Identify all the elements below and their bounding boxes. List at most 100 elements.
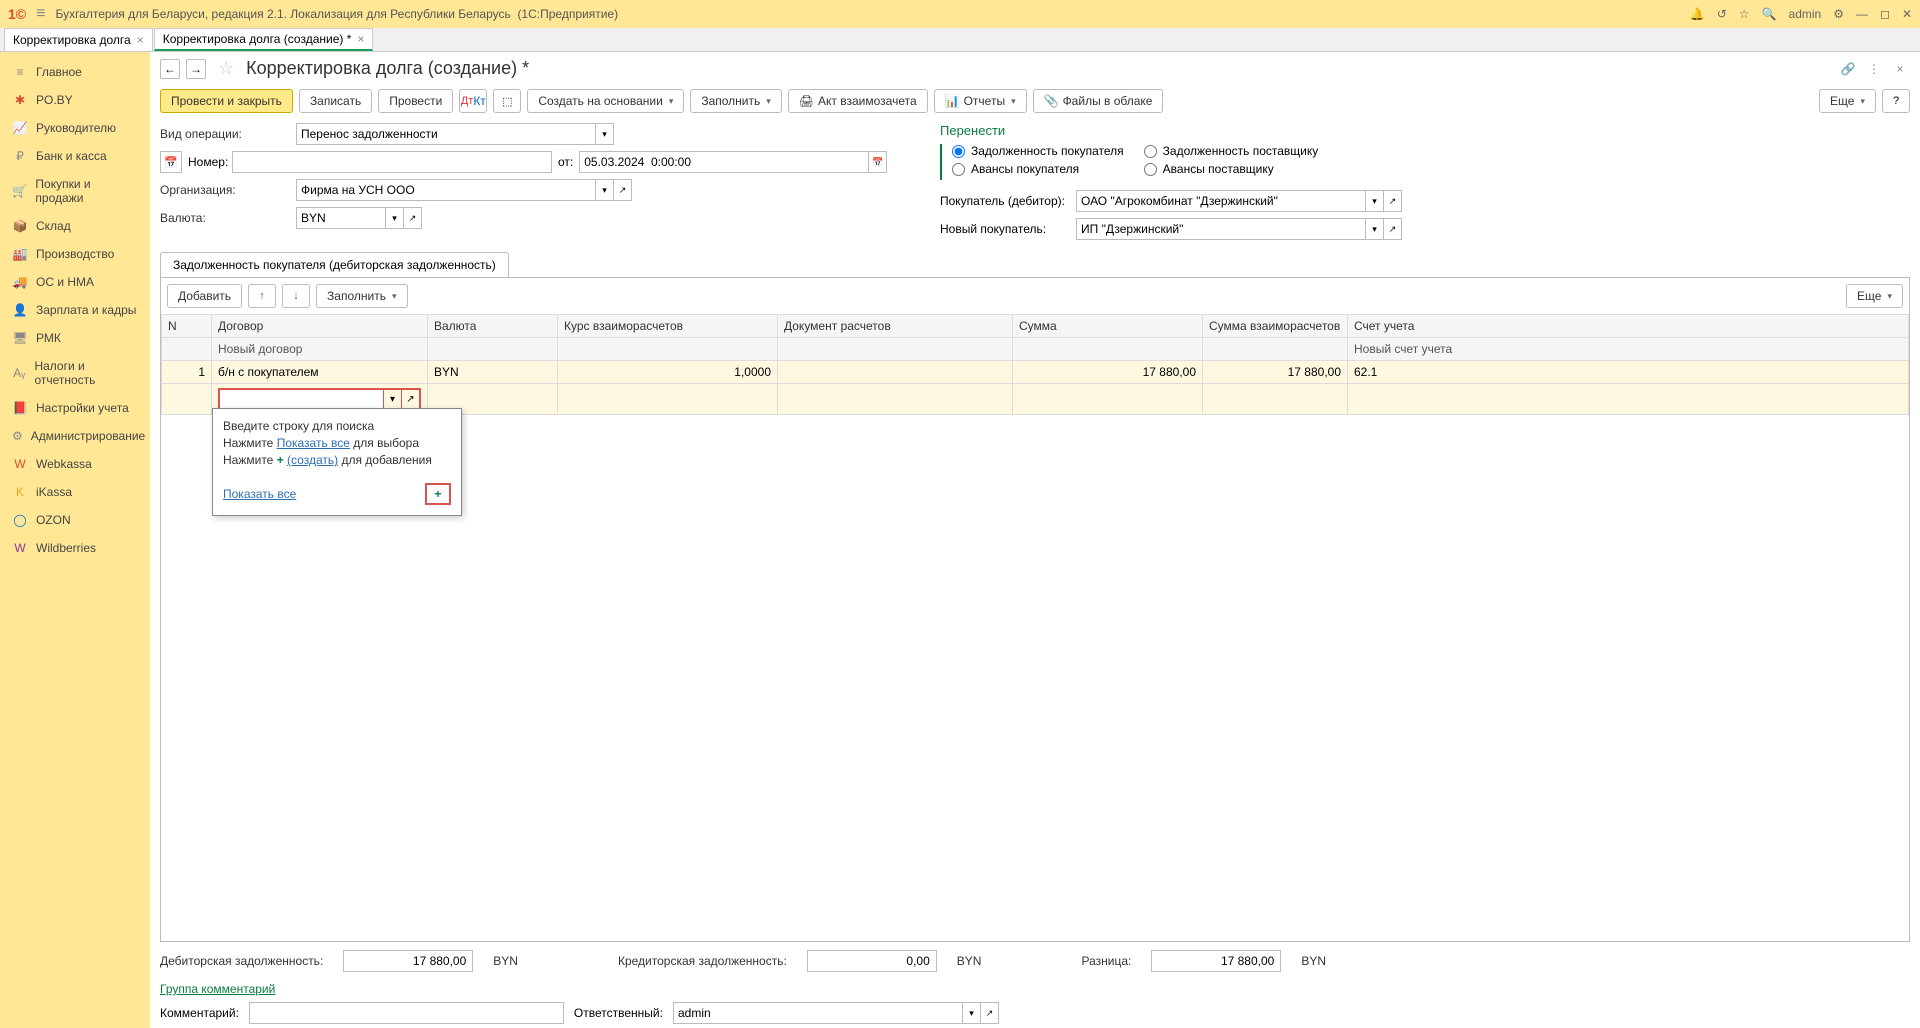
date-input[interactable] [579,151,869,173]
bell-icon[interactable]: 🔔 [1690,7,1705,21]
cell-currency[interactable]: BYN [428,361,558,384]
sidebar-item-7[interactable]: 🚚ОС и НМА [0,268,150,296]
calendar-picker-icon[interactable]: 📅 [869,151,887,173]
sidebar-item-5[interactable]: 📦Склад [0,212,150,240]
create-based-on-button[interactable]: Создать на основании▾ [527,89,684,113]
cell-sum[interactable]: 17 880,00 [1013,361,1203,384]
nav-back-button[interactable]: ← [160,59,180,79]
sidebar-item-4[interactable]: 🛒Покупки и продажи [0,170,150,212]
move-down-button[interactable]: ↓ [282,284,310,308]
table-more-button[interactable]: Еще▾ [1846,284,1903,308]
cell-contract[interactable]: б/н с покупателем [212,361,428,384]
cell-account[interactable]: 62.1 [1348,361,1909,384]
close-window-icon[interactable]: ✕ [1902,7,1912,21]
close-page-icon[interactable]: × [1890,59,1910,79]
maximize-icon[interactable]: ◻ [1880,7,1890,21]
showall-link[interactable]: Показать все [277,436,350,450]
dropdown-icon[interactable]: ▾ [1366,218,1384,240]
close-icon[interactable]: × [137,33,144,47]
dropdown-icon[interactable]: ▾ [963,1002,981,1024]
org-input[interactable] [296,179,596,201]
post-button[interactable]: Провести [378,89,453,113]
op-input[interactable] [296,123,596,145]
cell-doc[interactable] [778,361,1013,384]
sidebar-item-8[interactable]: 👤Зарплата и кадры [0,296,150,324]
sidebar-item-13[interactable]: WWebkassa [0,450,150,478]
files-button[interactable]: 📎 Файлы в облаке [1033,89,1164,113]
sidebar-item-0[interactable]: ≡Главное [0,58,150,86]
dtkt-icon[interactable]: ДтКт [459,89,487,113]
open-icon[interactable]: ↗ [981,1002,999,1024]
tab-1[interactable]: Корректировка долга (создание) *× [154,28,374,51]
add-new-button[interactable]: + [425,483,451,505]
create-link[interactable]: (создать) [287,453,338,467]
save-button[interactable]: Записать [299,89,372,113]
subtab[interactable]: Задолженность покупателя (дебиторская за… [160,252,509,277]
dropdown-icon[interactable]: ▾ [383,390,401,408]
open-icon[interactable]: ↗ [404,207,422,229]
table-fill-button[interactable]: Заполнить▾ [316,284,407,308]
radio-supplier-advance[interactable] [1144,163,1157,176]
number-input[interactable] [232,151,552,173]
open-icon[interactable]: ↗ [614,179,632,201]
burger-icon[interactable]: ≡ [36,5,45,23]
buyer-input[interactable] [1076,190,1366,212]
history-icon[interactable]: ↺ [1717,7,1727,21]
sidebar-item-6[interactable]: 🏭Производство [0,240,150,268]
user-label[interactable]: admin [1789,7,1822,21]
radio-supplier-debt[interactable] [1144,145,1157,158]
sidebar-item-15[interactable]: ◯OZON [0,506,150,534]
reports-button[interactable]: 📊 Отчеты▾ [934,89,1027,113]
settings-icon[interactable]: ⚙ [1833,7,1844,21]
sidebar-item-12[interactable]: ⚙Администрирование [0,422,150,450]
act-button[interactable]: 🖨 Акт взаимозачета [788,89,928,113]
close-icon[interactable]: × [357,32,364,46]
open-icon[interactable]: ↗ [1384,218,1402,240]
star-icon[interactable]: ☆ [1739,7,1750,21]
help-button[interactable]: ? [1882,89,1910,113]
newbuyer-input[interactable] [1076,218,1366,240]
cell-sum-settle[interactable]: 17 880,00 [1203,361,1348,384]
sidebar-item-14[interactable]: KiKassa [0,478,150,506]
comment-input[interactable] [249,1002,564,1024]
open-icon[interactable]: ↗ [1384,190,1402,212]
showall-footer-link[interactable]: Показать все [223,487,296,501]
cell-newaccount[interactable] [1348,384,1909,415]
more-button[interactable]: Еще▾ [1819,89,1876,113]
newcontract-editor[interactable]: ▾ ↗ [218,388,421,410]
sidebar-item-3[interactable]: ₽Банк и касса [0,142,150,170]
dropdown-icon[interactable]: ▾ [596,123,614,145]
newcontract-input[interactable] [220,390,383,408]
cell-rate[interactable]: 1,0000 [558,361,778,384]
link-icon[interactable]: 🔗 [1838,59,1858,79]
tab-0[interactable]: Корректировка долга× [4,28,153,51]
responsible-input[interactable] [673,1002,963,1024]
currency-input[interactable] [296,207,386,229]
sidebar-item-2[interactable]: 📈Руководителю [0,114,150,142]
cell-n[interactable]: 1 [162,361,212,384]
move-up-button[interactable]: ↑ [248,284,276,308]
dropdown-icon[interactable]: ▾ [596,179,614,201]
kebab-icon[interactable]: ⋮ [1864,59,1884,79]
nav-forward-button[interactable]: → [186,59,206,79]
favorite-star-icon[interactable]: ☆ [218,58,234,79]
add-row-button[interactable]: Добавить [167,284,242,308]
sidebar-item-10[interactable]: AᵧНалоги и отчетность [0,352,150,394]
dropdown-icon[interactable]: ▾ [386,207,404,229]
sidebar-item-16[interactable]: WWildberries [0,534,150,562]
sidebar-item-1[interactable]: ✱PO.BY [0,86,150,114]
minimize-icon[interactable]: — [1856,7,1868,21]
fill-button[interactable]: Заполнить▾ [690,89,781,113]
sidebar-item-11[interactable]: 📕Настройки учета [0,394,150,422]
sidebar-item-9[interactable]: 🖥РМК [0,324,150,352]
open-icon[interactable]: ↗ [401,390,419,408]
post-and-close-button[interactable]: Провести и закрыть [160,89,293,113]
calendar-icon[interactable]: 📅 [160,151,182,173]
comment-group-link[interactable]: Группа комментарий [150,980,1920,998]
radio-buyer-debt[interactable] [952,145,965,158]
debt-table[interactable]: N Договор Валюта Курс взаиморасчетов Док… [161,314,1909,415]
radio-buyer-advance[interactable] [952,163,965,176]
dropdown-icon[interactable]: ▾ [1366,190,1384,212]
search-icon[interactable]: 🔍 [1762,7,1777,21]
structure-icon[interactable]: ⬚ [493,89,521,113]
